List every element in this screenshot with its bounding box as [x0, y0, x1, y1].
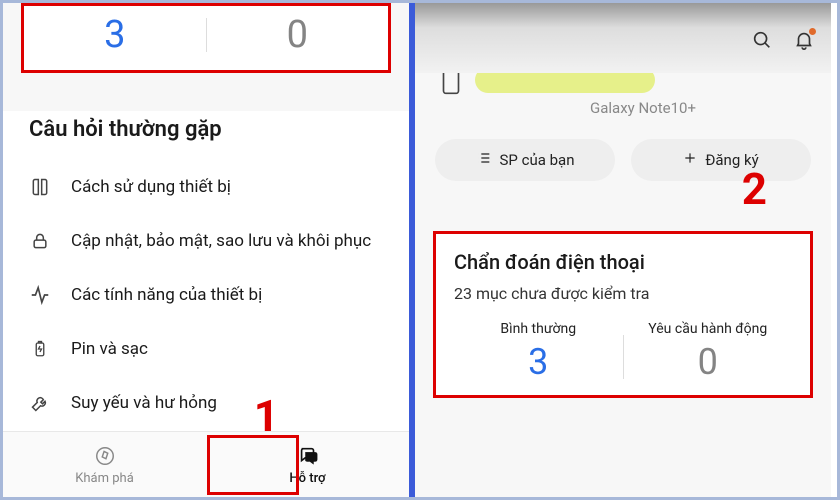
- list-icon: [476, 150, 492, 170]
- faq-item-usage[interactable]: Cách sử dụng thiết bị: [29, 160, 383, 214]
- top-gradient: [415, 3, 831, 73]
- diagnostics-highlight-box[interactable]: Chẩn đoán điện thoại 23 mục chưa được ki…: [433, 231, 813, 398]
- activity-icon: [29, 284, 51, 306]
- chat-icon: [296, 444, 320, 468]
- diag-normal-label: Bình thường: [500, 321, 576, 337]
- your-sp-label: SP của bạn: [500, 151, 575, 169]
- faq-item-label: Cập nhật, bảo mật, sao lưu và khôi phục: [71, 231, 371, 251]
- right-screenshot: Galaxy Note10+ SP của bạn Đăng ký 2 Chẩn…: [415, 3, 831, 497]
- compass-icon: [93, 444, 117, 468]
- stats-highlight-box: 3 0: [21, 3, 391, 73]
- bell-icon[interactable]: [793, 29, 815, 51]
- notification-dot-icon: [809, 28, 816, 35]
- diag-action-value: 0: [698, 341, 718, 383]
- faq-title: Câu hỏi thường gặp: [29, 111, 383, 160]
- wrench-icon: [29, 392, 51, 414]
- diag-action-label: Yêu cầu hành động: [648, 321, 767, 337]
- left-screenshot: 3 0 Câu hỏi thường gặp Cách sử dụng thiế…: [3, 3, 415, 497]
- nav-explore-label: Khám phá: [75, 471, 134, 486]
- book-icon: [29, 176, 51, 198]
- diag-title: Chẩn đoán điện thoại: [454, 250, 792, 274]
- nav-explore[interactable]: Khám phá: [3, 432, 206, 497]
- diag-stat-normal: Bình thường 3: [454, 321, 623, 383]
- search-icon[interactable]: [751, 29, 773, 51]
- battery-icon: [29, 338, 51, 360]
- annotation-1: 1: [254, 390, 279, 442]
- faq-item-label: Cách sử dụng thiết bị: [71, 177, 231, 197]
- device-model: Galaxy Note10+: [455, 99, 831, 117]
- faq-item-label: Suy yếu và hư hỏng: [71, 393, 217, 413]
- stat-normal-value: 3: [24, 10, 206, 60]
- bottom-nav: Khám phá Hỗ trợ: [3, 431, 409, 497]
- faq-item-label: Pin và sạc: [71, 339, 148, 359]
- faq-item-security[interactable]: Cập nhật, bảo mật, sao lưu và khôi phục: [29, 214, 383, 268]
- faq-item-label: Các tính năng của thiết bị: [71, 285, 262, 305]
- plus-icon: [683, 151, 697, 169]
- pill-row: SP của bạn Đăng ký: [415, 117, 831, 191]
- faq-item-features[interactable]: Các tính năng của thiết bị: [29, 268, 383, 322]
- diag-stat-action: Yêu cầu hành động 0: [624, 321, 793, 383]
- diag-subtitle: 23 mục chưa được kiểm tra: [454, 284, 792, 303]
- faq-item-damage[interactable]: Suy yếu và hư hỏng: [29, 376, 383, 414]
- diag-stats: Bình thường 3 Yêu cầu hành động 0: [454, 321, 792, 383]
- diag-normal-value: 3: [528, 341, 548, 383]
- nav-highlight-box: [207, 435, 299, 495]
- lock-icon: [29, 230, 51, 252]
- register-button[interactable]: Đăng ký: [631, 139, 811, 181]
- your-sp-button[interactable]: SP của bạn: [435, 139, 615, 181]
- stat-action-value: 0: [207, 10, 389, 60]
- faq-section: Câu hỏi thường gặp Cách sử dụng thiết bị…: [3, 111, 409, 451]
- faq-item-battery[interactable]: Pin và sạc: [29, 322, 383, 376]
- annotation-2: 2: [742, 163, 767, 215]
